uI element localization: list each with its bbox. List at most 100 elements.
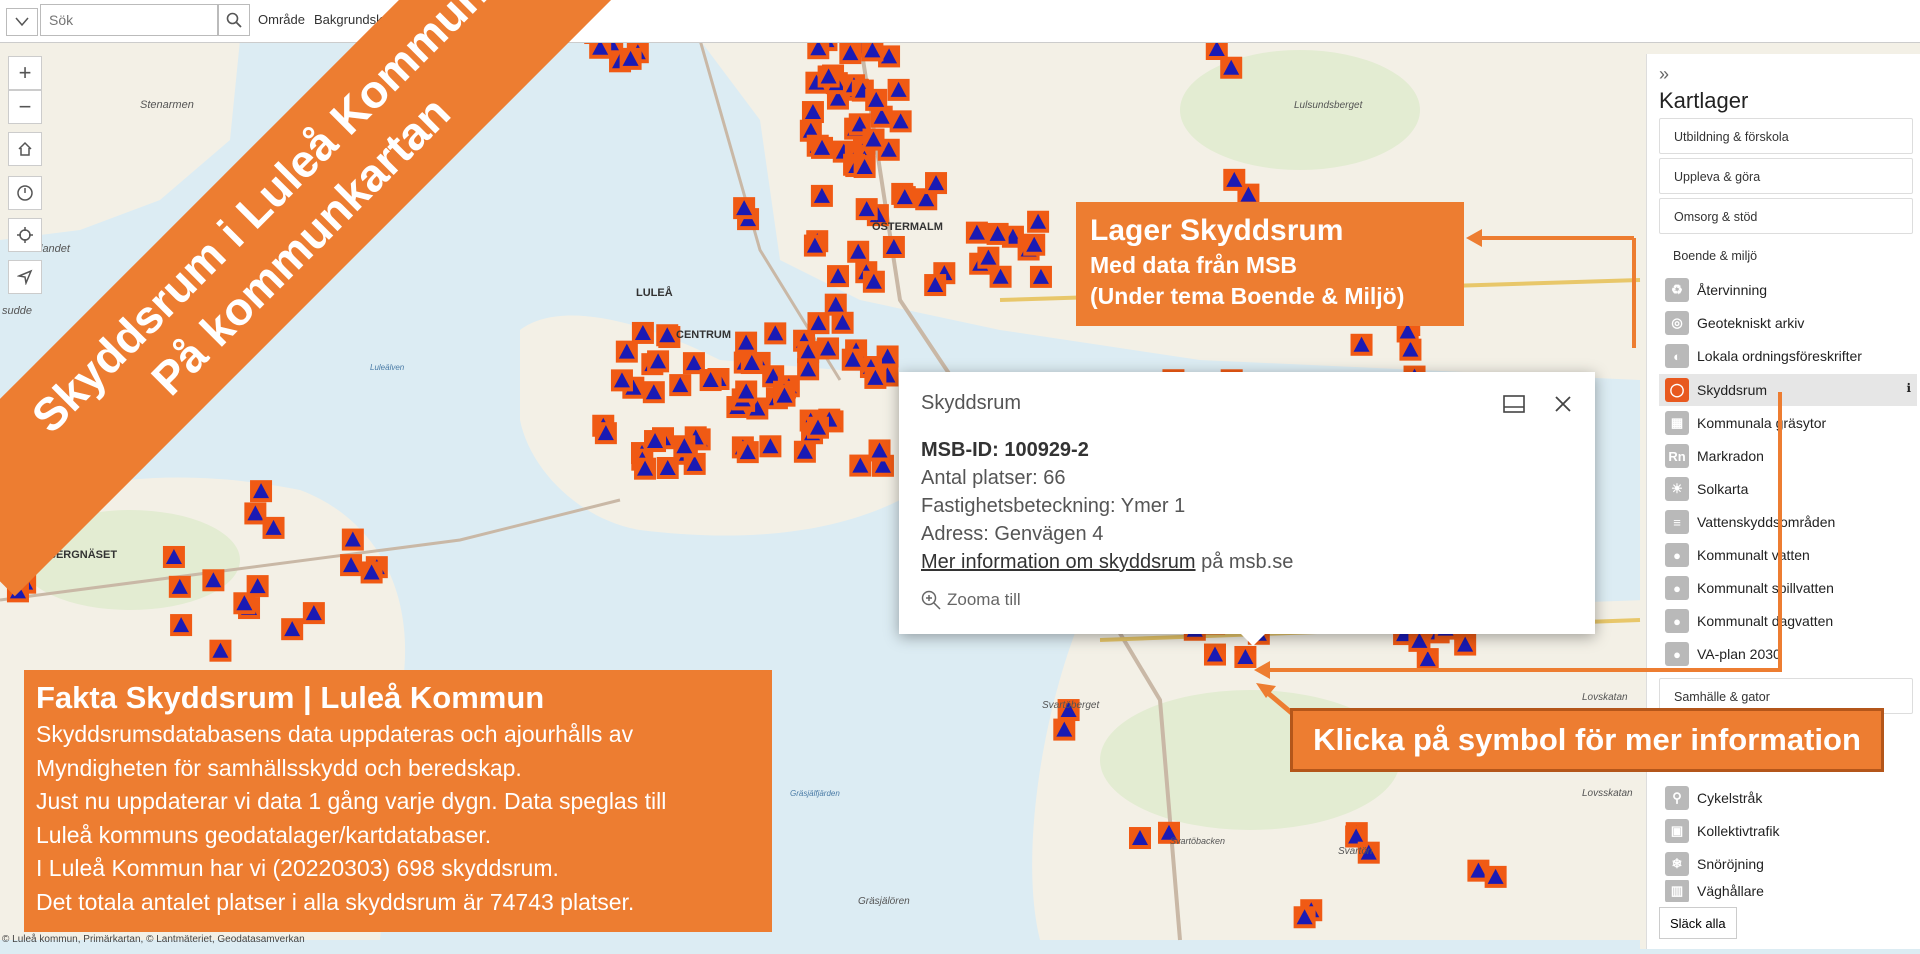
shelter-marker[interactable]: [246, 575, 269, 598]
search-button[interactable]: [218, 4, 250, 36]
shelter-marker[interactable]: [1293, 906, 1316, 929]
layer-group-omsorg[interactable]: Omsorg & stöd: [1659, 198, 1913, 234]
shelter-marker[interactable]: [594, 422, 617, 445]
zoom-in-button[interactable]: +: [8, 56, 42, 90]
shelter-marker[interactable]: [862, 270, 885, 293]
shelter-marker[interactable]: [839, 42, 862, 65]
shelter-marker[interactable]: [1203, 643, 1226, 666]
layer-item-geotekniskt-arkiv[interactable]: ◎ Geotekniskt arkiv: [1659, 307, 1917, 339]
layer-group-boende[interactable]: Boende & miljö: [1659, 238, 1913, 274]
shelter-marker[interactable]: [965, 221, 988, 244]
shelter-marker[interactable]: [1029, 265, 1052, 288]
shelter-marker[interactable]: [868, 439, 891, 462]
shelter-marker[interactable]: [610, 369, 633, 392]
shelter-marker[interactable]: [634, 457, 657, 480]
shelter-marker[interactable]: [170, 614, 193, 637]
shelter-marker[interactable]: [773, 384, 796, 407]
shelter-marker[interactable]: [806, 416, 829, 439]
navigate-button[interactable]: [8, 260, 42, 294]
shelter-marker[interactable]: [262, 516, 285, 539]
close-popup-button[interactable]: [1551, 392, 1575, 416]
shelter-marker[interactable]: [925, 172, 948, 195]
shelter-marker[interactable]: [1454, 633, 1477, 656]
shelter-marker[interactable]: [699, 369, 722, 392]
shelter-marker[interactable]: [168, 575, 191, 598]
layer-item-solkarta[interactable]: ☀ Solkarta: [1659, 473, 1917, 505]
zoom-out-button[interactable]: −: [8, 90, 42, 124]
shelter-marker[interactable]: [642, 381, 665, 404]
shelter-marker[interactable]: [1220, 56, 1243, 79]
shelter-marker[interactable]: [735, 331, 758, 354]
info-icon[interactable]: ℹ: [1906, 381, 1911, 395]
shelter-marker[interactable]: [669, 374, 692, 397]
shelter-marker[interactable]: [986, 222, 1009, 245]
shelter-marker[interactable]: [736, 441, 759, 464]
shelter-marker[interactable]: [811, 136, 834, 159]
shelter-marker[interactable]: [1357, 841, 1380, 864]
menu-toggle-button[interactable]: [6, 8, 38, 36]
shelter-marker[interactable]: [889, 110, 912, 133]
shelter-marker[interactable]: [209, 639, 232, 662]
shelter-marker[interactable]: [341, 528, 364, 551]
layer-item-kollektivtrafik[interactable]: ▣ Kollektivtrafik: [1659, 815, 1917, 847]
layer-item-skyddsrum[interactable]: ◯ Skyddsrum ℹ: [1659, 374, 1917, 406]
layer-group-utbildning[interactable]: Utbildning & förskola: [1659, 118, 1913, 154]
search-input[interactable]: [40, 4, 218, 36]
shelter-marker[interactable]: [803, 234, 826, 257]
shelter-marker[interactable]: [853, 156, 876, 179]
layer-item-vatten[interactable]: ● Kommunalt vatten: [1659, 539, 1917, 571]
layer-item-spillvatten[interactable]: ● Kommunalt spillvatten: [1659, 572, 1917, 604]
shelter-marker[interactable]: [1023, 233, 1046, 256]
layer-item-ordningsforeskrifter[interactable]: ◐ Lokala ordningsföreskrifter: [1659, 340, 1917, 372]
shelter-marker[interactable]: [764, 322, 787, 345]
shelter-marker[interactable]: [855, 198, 878, 221]
shelter-marker[interactable]: [841, 348, 864, 371]
dock-popup-button[interactable]: [1503, 394, 1525, 414]
locate-button[interactable]: [8, 218, 42, 252]
shelter-marker[interactable]: [801, 101, 824, 124]
shelter-marker[interactable]: [1157, 821, 1180, 844]
shelter-marker[interactable]: [1223, 168, 1246, 191]
home-button[interactable]: [8, 132, 42, 166]
shelter-marker[interactable]: [862, 128, 885, 151]
shelter-marker[interactable]: [827, 265, 850, 288]
shelter-marker[interactable]: [1053, 718, 1076, 741]
shelter-marker[interactable]: [735, 380, 758, 403]
layer-item-dagvatten[interactable]: ● Kommunalt dagvatten: [1659, 605, 1917, 637]
shelter-marker[interactable]: [865, 88, 888, 111]
shelter-marker[interactable]: [759, 435, 782, 458]
shelter-marker[interactable]: [864, 366, 887, 389]
shelter-marker[interactable]: [340, 554, 363, 577]
shelter-marker[interactable]: [656, 456, 679, 479]
shelter-marker[interactable]: [817, 65, 840, 88]
shelter-marker[interactable]: [887, 78, 910, 101]
shelter-marker[interactable]: [202, 569, 225, 592]
shelter-marker[interactable]: [644, 430, 667, 453]
layer-item-va-plan[interactable]: ● VA-plan 2030: [1659, 638, 1917, 670]
shelter-marker[interactable]: [162, 545, 185, 568]
shelter-marker[interactable]: [656, 324, 679, 347]
shelter-marker[interactable]: [631, 321, 654, 344]
layer-item-snorojning[interactable]: ❄ Snöröjning: [1659, 848, 1917, 880]
shelter-marker[interactable]: [810, 184, 833, 207]
shelter-marker[interactable]: [733, 197, 756, 220]
shelter-marker[interactable]: [793, 440, 816, 463]
shelter-marker[interactable]: [1057, 699, 1080, 722]
shelter-marker[interactable]: [673, 435, 696, 458]
history-button[interactable]: [8, 176, 42, 210]
shelter-marker[interactable]: [619, 47, 642, 70]
collapse-panel-icon[interactable]: »: [1659, 64, 1669, 85]
shelter-marker[interactable]: [1234, 645, 1257, 668]
layer-item-vattenskydd[interactable]: ≡ Vattenskyddsområden: [1659, 506, 1917, 538]
shelter-marker[interactable]: [849, 454, 872, 477]
shelter-marker[interactable]: [977, 246, 1000, 269]
shelter-marker[interactable]: [847, 240, 870, 263]
shelter-marker[interactable]: [924, 274, 947, 297]
shelter-marker[interactable]: [250, 480, 273, 503]
shelter-marker[interactable]: [797, 358, 820, 381]
zoom-to-button[interactable]: Zooma till: [921, 590, 1021, 610]
msb-info-link[interactable]: Mer information om skyddsrum: [921, 551, 1196, 573]
layer-item-atervinning[interactable]: ♻ Återvinning: [1659, 274, 1917, 306]
shelter-marker[interactable]: [893, 186, 916, 209]
area-menu-link[interactable]: Område: [258, 12, 305, 27]
